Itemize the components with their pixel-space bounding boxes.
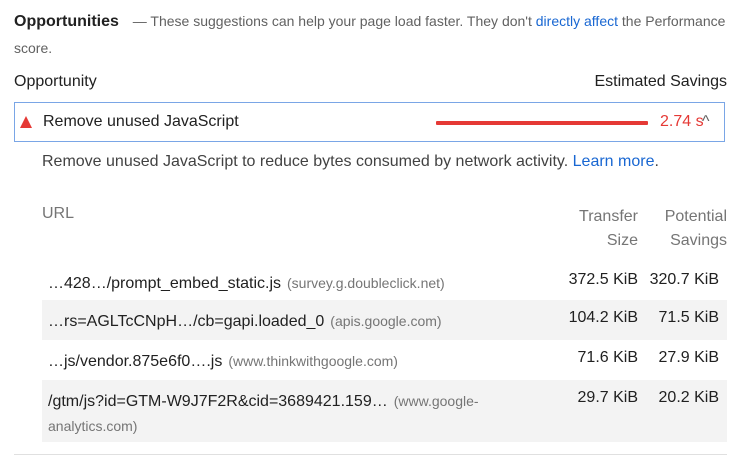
table-header: URL Transfer Size Potential Savings [42,205,727,255]
resource-url[interactable]: /gtm/js?id=GTM-W9J7F2R&cid=3689421.159… [48,393,388,410]
opportunity-description: Remove unused JavaScript to reduce bytes… [42,153,659,171]
column-headers: Opportunity Estimated Savings [14,73,727,95]
header-description: These suggestions can help your page loa… [150,13,532,29]
potential-savings-cell: 320.7 KiB [649,271,719,288]
resource-origin: (www.thinkwithgoogle.com) [228,353,398,369]
transfer-size-cell: 29.7 KiB [577,389,638,406]
estimated-savings-column-label: Estimated Savings [594,73,727,90]
header-dash: — [132,13,147,29]
resource-origin: (apis.google.com) [330,313,442,329]
transfer-size-column-header: Transfer Size [548,205,638,253]
resource-url[interactable]: …rs=AGLTcCNpH…/cb=gapi.loaded_0 [48,313,324,330]
url-cell: /gtm/js?id=GTM-W9J7F2R&cid=3689421.159…(… [48,389,518,439]
description-text: Remove unused JavaScript to reduce bytes… [42,153,569,170]
potential-savings-header-line1: Potential [664,208,727,225]
potential-savings-cell: 71.5 KiB [658,309,719,326]
chevron-up-icon[interactable]: ^ [702,113,710,131]
table-row: …js/vendor.875e6f0….js (www.thinkwithgoog… [42,340,727,380]
table-row: /gtm/js?id=GTM-W9J7F2R&cid=3689421.159…(… [42,380,727,442]
potential-savings-cell: 20.2 KiB [658,389,719,406]
resource-url[interactable]: …js/vendor.875e6f0….js [48,353,222,370]
savings-value: 2.74 s [660,113,704,130]
potential-savings-column-header: Potential Savings [647,205,727,253]
transfer-size-cell: 104.2 KiB [568,309,638,326]
transfer-size-cell: 372.5 KiB [568,271,638,288]
opportunity-column-label: Opportunity [14,73,97,90]
section-title: Opportunities [14,13,119,30]
opportunities-header: Opportunities — These suggestions can he… [14,8,734,61]
transfer-size-header-line2: Size [606,232,638,249]
url-cell: …js/vendor.875e6f0….js (www.thinkwithgoog… [48,349,518,374]
url-cell: …rs=AGLTcCNpH…/cb=gapi.loaded_0 (apis.goo… [48,309,518,334]
table-row: …rs=AGLTcCNpH…/cb=gapi.loaded_0 (apis.goo… [42,300,727,340]
warning-triangle-icon [20,116,32,128]
resource-url[interactable]: …428…/prompt_embed_static.js [48,275,281,292]
resource-origin: (survey.g.doubleclick.net) [287,275,445,291]
directly-affect-link[interactable]: directly affect [536,13,618,29]
url-column-header: URL [42,205,75,222]
transfer-size-header-line1: Transfer [579,208,638,225]
opportunity-row-unused-js[interactable]: Remove unused JavaScript 2.74 s ^ [14,102,725,142]
section-divider [14,454,727,455]
learn-more-link[interactable]: Learn more [573,153,655,170]
table-row: …428…/prompt_embed_static.js (survey.g.do… [42,262,727,300]
opportunity-title: Remove unused JavaScript [43,113,239,130]
transfer-size-cell: 71.6 KiB [577,349,638,366]
potential-savings-cell: 27.9 KiB [658,349,719,366]
url-cell: …428…/prompt_embed_static.js (survey.g.do… [48,271,518,296]
potential-savings-header-line2: Savings [670,232,727,249]
description-trailing: . [654,153,659,170]
savings-bar [436,121,648,125]
